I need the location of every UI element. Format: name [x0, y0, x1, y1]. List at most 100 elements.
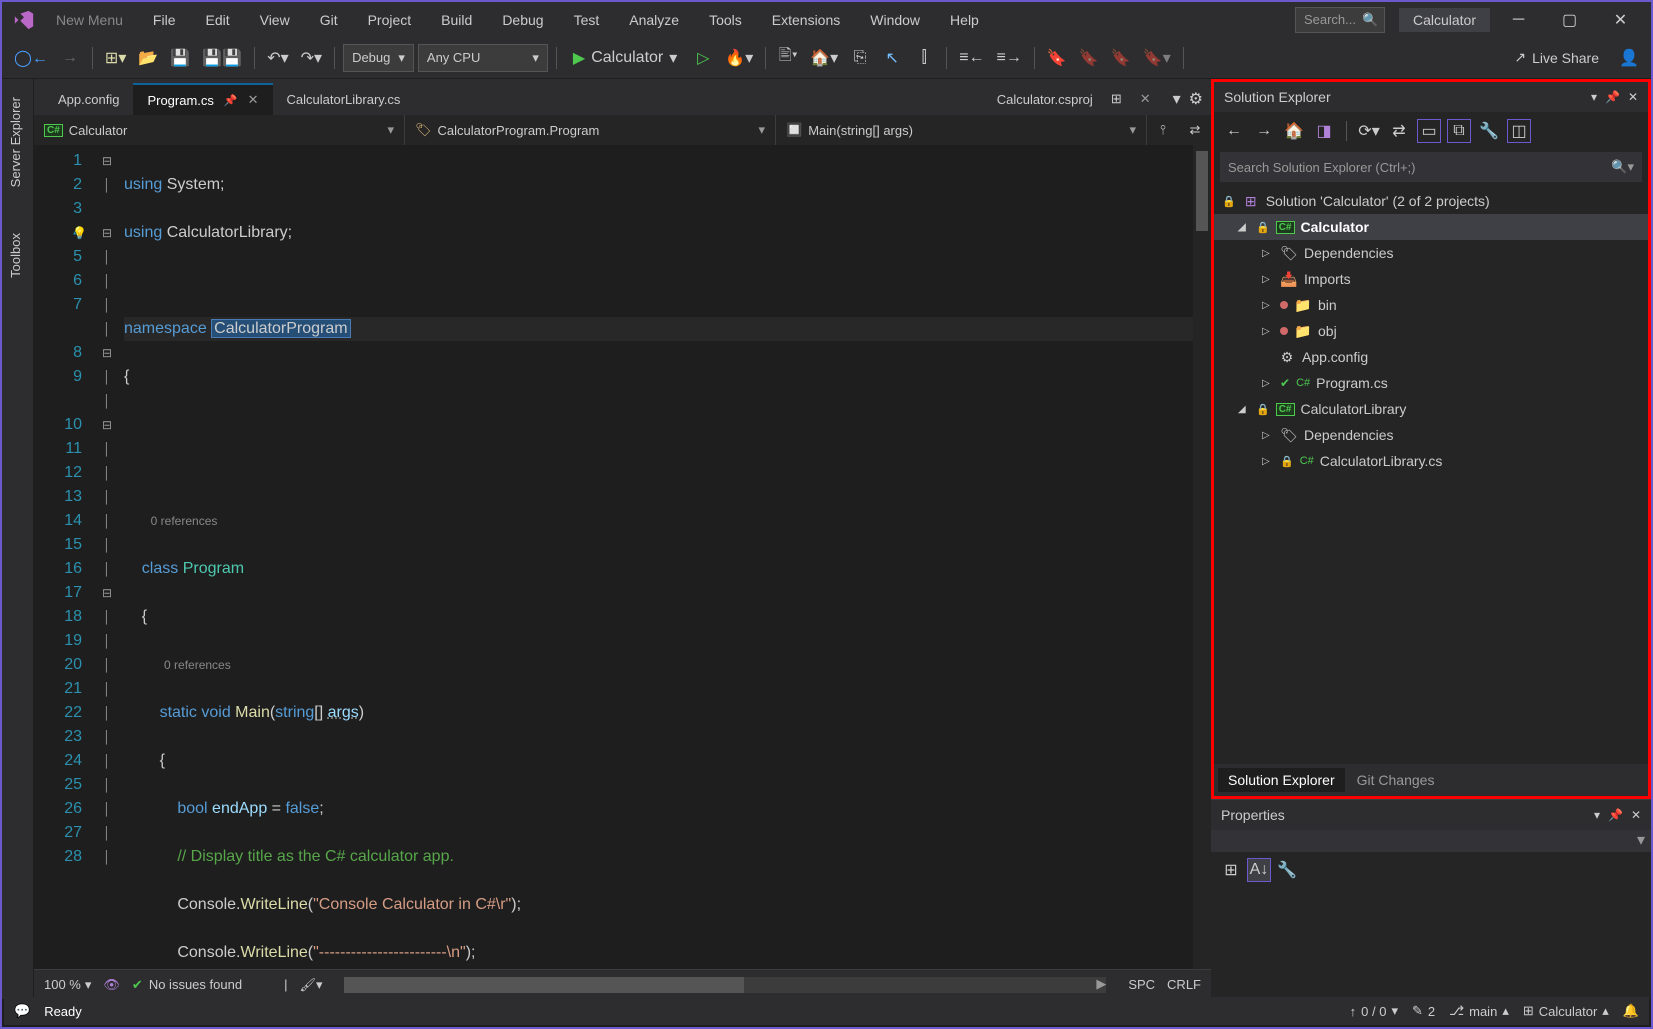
back-icon[interactable]: ← [1222, 119, 1246, 143]
close-icon[interactable]: ✕ [248, 92, 259, 108]
split-editor-button[interactable]: ⫯ [1147, 122, 1179, 138]
minimize-button[interactable]: ─ [1496, 5, 1541, 35]
bookmark-next-button[interactable]: 🔖 [1107, 44, 1135, 72]
categorized-icon[interactable]: ⊞ [1219, 858, 1243, 882]
breadcrumb-class[interactable]: 🏷CalculatorProgram.Program▾ [405, 115, 776, 145]
notifications-icon[interactable]: 🔔 [1623, 1003, 1639, 1019]
wrench-icon[interactable]: 🔧 [1275, 858, 1299, 882]
swap-button[interactable]: ⇄ [1179, 122, 1211, 138]
crlf-indicator[interactable]: CRLF [1167, 977, 1201, 992]
bookmark-clear-button[interactable]: 🔖▾ [1139, 44, 1175, 72]
panel-close-button[interactable]: ✕ [1631, 808, 1641, 822]
account-button[interactable]: 👤 [1615, 44, 1643, 72]
forward-icon[interactable]: → [1252, 119, 1276, 143]
fold-gutter[interactable]: ⊟│💡⊟││││⊟││⊟││││││⊟│││││││││││ [94, 145, 120, 969]
project-indicator[interactable]: ⊞Calculator▴ [1523, 1003, 1609, 1019]
menu-new[interactable]: New Menu [44, 8, 135, 32]
tree-lib-dependencies[interactable]: ▷🏷Dependencies [1214, 422, 1648, 448]
tab-program-cs[interactable]: Program.cs📌✕ [133, 83, 272, 115]
tab-calculatorlibrary-cs[interactable]: CalculatorLibrary.cs [273, 83, 415, 115]
config-dropdown[interactable]: Debug▾ [343, 44, 414, 72]
tree-bin[interactable]: ▷📁bin [1214, 292, 1648, 318]
app-button[interactable]: 🏠▾ [806, 44, 842, 72]
tab-overflow-button[interactable]: ▾ [1173, 89, 1181, 109]
menu-debug[interactable]: Debug [490, 8, 555, 32]
solution-node[interactable]: 🔒⊞Solution 'Calculator' (2 of 2 projects… [1214, 188, 1648, 214]
branch-indicator[interactable]: ⎇main▴ [1449, 1003, 1509, 1019]
breadcrumb-project[interactable]: C#Calculator▾ [34, 115, 405, 145]
save-all-button[interactable]: 💾💾 [198, 44, 246, 72]
menu-project[interactable]: Project [356, 8, 424, 32]
tab-csproj[interactable]: Calculator.csproj⊞✕ [983, 83, 1165, 115]
indent-left-button[interactable]: ≡← [955, 44, 988, 72]
menu-window[interactable]: Window [858, 8, 932, 32]
menu-edit[interactable]: Edit [193, 8, 241, 32]
tree-program-cs[interactable]: ▷✔C#Program.cs [1214, 370, 1648, 396]
source-control-counts[interactable]: ↑0 / 0▾ [1350, 1003, 1398, 1019]
lightbulb-icon[interactable]: 💡 [72, 221, 87, 245]
new-project-button[interactable]: ⊞▾ [101, 44, 130, 72]
menu-view[interactable]: View [248, 8, 302, 32]
alphabetical-icon[interactable]: A↓ [1247, 858, 1271, 882]
panel-pin-button[interactable]: 📌 [1608, 808, 1623, 822]
code-content[interactable]: using System; using CalculatorLibrary; n… [120, 145, 1193, 969]
menu-file[interactable]: File [141, 8, 188, 32]
eye-icon[interactable]: 👁 [103, 977, 120, 993]
open-button[interactable]: 📂 [134, 44, 162, 72]
panel-close-button[interactable]: ✕ [1628, 90, 1638, 104]
tab-solution-explorer[interactable]: Solution Explorer [1218, 768, 1345, 792]
bookmark-button[interactable]: 🔖 [1043, 44, 1071, 72]
tool-btn-3[interactable]: ⫿ [910, 44, 938, 72]
tool-btn-2[interactable]: ↖ [878, 44, 906, 72]
menu-test[interactable]: Test [562, 8, 612, 32]
tool-btn-1[interactable]: ⎘ [846, 44, 874, 72]
code-editor[interactable]: 1234567891011121314151617181920212223242… [34, 145, 1211, 969]
pending-changes[interactable]: ✎2 [1412, 1003, 1435, 1019]
horizontal-scrollbar[interactable]: ◀▶ [344, 977, 1106, 993]
issues-indicator[interactable]: ✔No issues found [132, 977, 242, 993]
home-icon[interactable]: 🏠 [1282, 119, 1306, 143]
menu-extensions[interactable]: Extensions [760, 8, 852, 32]
panel-pin-button[interactable]: 📌 [1605, 90, 1620, 104]
switch-views-icon[interactable]: ◨ [1312, 119, 1336, 143]
save-button[interactable]: 💾 [166, 44, 194, 72]
show-all-icon[interactable]: ⧉ [1447, 119, 1471, 143]
overview-ruler[interactable] [1193, 145, 1211, 969]
menu-analyze[interactable]: Analyze [617, 8, 691, 32]
pin-icon[interactable]: 📌 [224, 94, 238, 107]
tab-app-config[interactable]: App.config [44, 83, 133, 115]
refresh-icon[interactable]: ⟳▾ [1357, 119, 1381, 143]
menu-build[interactable]: Build [429, 8, 484, 32]
tree-calculatorlibrary-cs[interactable]: ▷🔒C#CalculatorLibrary.cs [1214, 448, 1648, 474]
properties-header[interactable]: Properties ▾ 📌 ✕ [1211, 800, 1651, 830]
indent-right-button[interactable]: ≡→ [993, 44, 1026, 72]
project-calculator[interactable]: ◢🔒C#Calculator [1214, 214, 1648, 240]
tree-dependencies[interactable]: ▷🏷Dependencies [1214, 240, 1648, 266]
menu-git[interactable]: Git [308, 8, 350, 32]
bookmark-prev-button[interactable]: 🔖 [1075, 44, 1103, 72]
panel-menu-button[interactable]: ▾ [1591, 90, 1597, 104]
collapse-all-icon[interactable]: ▭ [1417, 119, 1441, 143]
close-icon[interactable]: ✕ [1140, 91, 1151, 107]
live-share-button[interactable]: ↗Live Share [1502, 49, 1611, 66]
project-calculatorlibrary[interactable]: ◢🔒C#CalculatorLibrary [1214, 396, 1648, 422]
menu-help[interactable]: Help [938, 8, 991, 32]
brush-icon[interactable]: 🖌▾ [299, 977, 322, 993]
tree-obj[interactable]: ▷📁obj [1214, 318, 1648, 344]
tab-settings-button[interactable]: ⚙ [1189, 89, 1203, 109]
run-button[interactable]: ▶Calculator▾ [565, 48, 685, 68]
tab-git-changes[interactable]: Git Changes [1347, 768, 1445, 792]
toolbox-tab[interactable]: Toolbox [2, 225, 33, 286]
search-box[interactable]: Search... 🔍 [1295, 7, 1385, 33]
close-button[interactable]: ✕ [1598, 5, 1643, 35]
platform-dropdown[interactable]: Any CPU▾ [418, 44, 548, 72]
panel-menu-button[interactable]: ▾ [1594, 808, 1600, 822]
maximize-button[interactable]: ▢ [1547, 5, 1592, 35]
tree-appconfig[interactable]: ⚙App.config [1214, 344, 1648, 370]
preview-icon[interactable]: ◫ [1507, 119, 1531, 143]
properties-dropdown[interactable]: ▾ [1211, 830, 1651, 852]
hot-reload-button[interactable]: 🔥▾ [721, 44, 757, 72]
solution-explorer-header[interactable]: Solution Explorer ▾ 📌 ✕ [1214, 82, 1648, 112]
zoom-level[interactable]: 100 %▾ [44, 977, 91, 993]
tree-imports[interactable]: ▷📥Imports [1214, 266, 1648, 292]
